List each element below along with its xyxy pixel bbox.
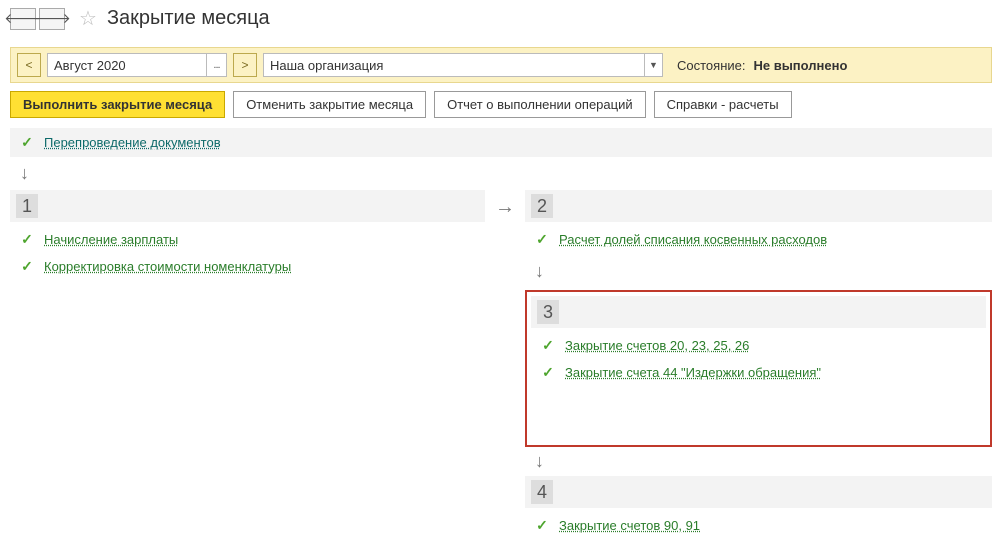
stage-number: 4: [531, 480, 553, 504]
stage-3-highlight: 3 Закрытие счетов 20, 23, 25, 26 Закрыти…: [525, 290, 992, 447]
stage-number: 3: [537, 300, 559, 324]
operation-item: Начисление зарплаты: [10, 226, 485, 253]
check-icon: [535, 517, 549, 534]
period-prev-button[interactable]: <: [17, 53, 41, 77]
down-arrow-icon: ↓: [525, 447, 992, 476]
close-accounts-20-23-25-26-link[interactable]: Закрытие счетов 20, 23, 25, 26: [565, 338, 749, 353]
right-arrow-icon: →: [485, 190, 525, 543]
check-icon: [20, 231, 34, 248]
stage-2-header: 2: [525, 190, 992, 222]
cost-adjustment-link[interactable]: Корректировка стоимости номенклатуры: [44, 259, 291, 274]
filter-bar: < Август 2020 ... > Наша организация ▼ С…: [10, 47, 992, 83]
check-icon: [541, 337, 555, 354]
period-next-button[interactable]: >: [233, 53, 257, 77]
calculations-button[interactable]: Справки - расчеты: [654, 91, 792, 118]
stage-number: 1: [16, 194, 38, 218]
period-input[interactable]: Август 2020: [47, 53, 207, 77]
favorite-star-icon[interactable]: ☆: [79, 6, 97, 31]
indirect-costs-shares-link[interactable]: Расчет долей списания косвенных расходов: [559, 232, 827, 247]
stage-4-header: 4: [525, 476, 992, 508]
operations-report-button[interactable]: Отчет о выполнении операций: [434, 91, 646, 118]
organization-dropdown-button[interactable]: ▼: [645, 53, 663, 77]
stage-number: 2: [531, 194, 553, 218]
check-icon: [535, 231, 549, 248]
down-arrow-icon: ↓: [10, 159, 992, 188]
stage-1-header: 1: [10, 190, 485, 222]
execute-close-month-button[interactable]: Выполнить закрытие месяца: [10, 91, 225, 118]
payroll-calculation-link[interactable]: Начисление зарплаты: [44, 232, 178, 247]
close-accounts-90-91-link[interactable]: Закрытие счетов 90, 91: [559, 518, 700, 533]
organization-input[interactable]: Наша организация: [263, 53, 645, 77]
close-account-44-link[interactable]: Закрытие счета 44 "Издержки обращения": [565, 365, 821, 380]
repost-documents-link[interactable]: Перепроведение документов: [44, 135, 221, 150]
check-icon: [20, 258, 34, 275]
check-icon: [20, 134, 34, 151]
operation-item: Закрытие счетов 20, 23, 25, 26: [527, 332, 990, 359]
back-button[interactable]: 🡐: [10, 8, 36, 30]
repost-documents-row: Перепроведение документов: [10, 128, 992, 157]
operation-item: Корректировка стоимости номенклатуры: [10, 253, 485, 280]
check-icon: [541, 364, 555, 381]
status-value: Не выполнено: [753, 58, 847, 73]
operation-item: Закрытие счетов 90, 91: [525, 512, 992, 539]
forward-button[interactable]: 🡒: [39, 8, 65, 30]
period-choose-button[interactable]: ...: [207, 53, 227, 77]
stage-3-header: 3: [531, 296, 986, 328]
cancel-close-month-button[interactable]: Отменить закрытие месяца: [233, 91, 426, 118]
page-title: Закрытие месяца: [107, 7, 270, 30]
status-label: Состояние:: [677, 58, 745, 73]
down-arrow-icon: ↓: [525, 257, 992, 286]
operation-item: Закрытие счета 44 "Издержки обращения": [527, 359, 990, 386]
operation-item: Расчет долей списания косвенных расходов: [525, 226, 992, 253]
